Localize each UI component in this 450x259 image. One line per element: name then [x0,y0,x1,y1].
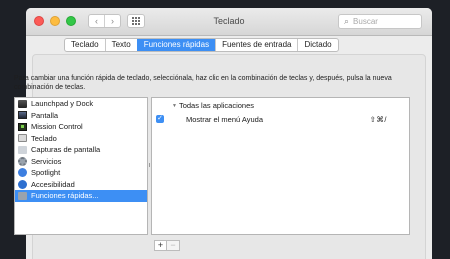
gear-icon [18,156,27,166]
tab-dictado[interactable]: Dictado [297,39,337,51]
keyboard-icon [18,134,27,143]
category-label: Launchpad y Dock [31,99,94,109]
accessibility-icon [18,179,27,189]
category-label: Teclado [31,133,57,143]
title-bar: ‹ › Teclado ⌕ [26,8,432,36]
category-spotlight[interactable]: Spotlight [15,167,147,179]
search-input[interactable] [353,17,414,26]
tab-fuentes-de-entrada[interactable]: Fuentes de entrada [215,39,297,51]
category-label: Mission Control [31,122,83,132]
spotlight-icon [18,168,27,178]
app-shortcuts-icon [18,191,27,200]
category-capturas[interactable]: Capturas de pantalla [15,144,147,156]
tab-funciones-rapidas[interactable]: Funciones rápidas [136,39,216,51]
category-label: Spotlight [31,168,61,178]
search-icon: ⌕ [344,16,350,26]
shortcut-checkbox[interactable]: ✓ [156,115,164,123]
category-accesibilidad[interactable]: Accesibilidad [15,179,147,191]
mission-control-icon [18,122,27,131]
category-label: Funciones rápidas... [31,191,99,201]
category-label: Servicios [31,156,62,166]
add-button[interactable]: + [154,240,167,251]
category-funciones-rapidas[interactable]: Funciones rápidas... [15,190,147,202]
launchpad-icon [18,99,27,108]
category-servicios[interactable]: Servicios [15,156,147,168]
instructions-text: Para cambiar una función rápida de tecla… [14,75,392,91]
category-mission-control[interactable]: Mission Control [15,121,147,133]
tab-teclado[interactable]: Teclado [65,39,105,51]
category-pantalla[interactable]: Pantalla [15,110,147,122]
screenshot-icon [18,145,27,154]
shortcut-list: ▼ Todas las aplicaciones ✓ Mostrar el me… [151,97,410,235]
tab-texto[interactable]: Texto [104,39,137,51]
category-label: Pantalla [31,110,59,120]
shortcut-keys[interactable]: ⇧⌘/ [370,115,387,124]
display-icon [18,111,27,120]
category-launchpad-dock[interactable]: Launchpad y Dock [15,98,147,110]
add-remove-controls: + − [154,240,180,251]
group-label: Todas las aplicaciones [178,101,254,110]
disclosure-triangle-icon: ▼ [172,102,177,109]
search-field[interactable]: ⌕ [338,14,422,29]
category-list: Launchpad y Dock Pantalla Mission Contro… [14,97,148,235]
shortcut-label: Mostrar el menú Ayuda [186,115,263,124]
shortcut-group[interactable]: ▼ Todas las aplicaciones [172,101,254,110]
tab-bar: Teclado Texto Funciones rápidas Fuentes … [64,38,339,52]
shortcut-row[interactable]: ✓ Mostrar el menú Ayuda ⇧⌘/ [152,114,409,125]
category-label: Capturas de pantalla [31,145,101,155]
remove-button[interactable]: − [167,240,180,251]
category-teclado[interactable]: Teclado [15,133,147,145]
category-label: Accesibilidad [31,179,75,189]
